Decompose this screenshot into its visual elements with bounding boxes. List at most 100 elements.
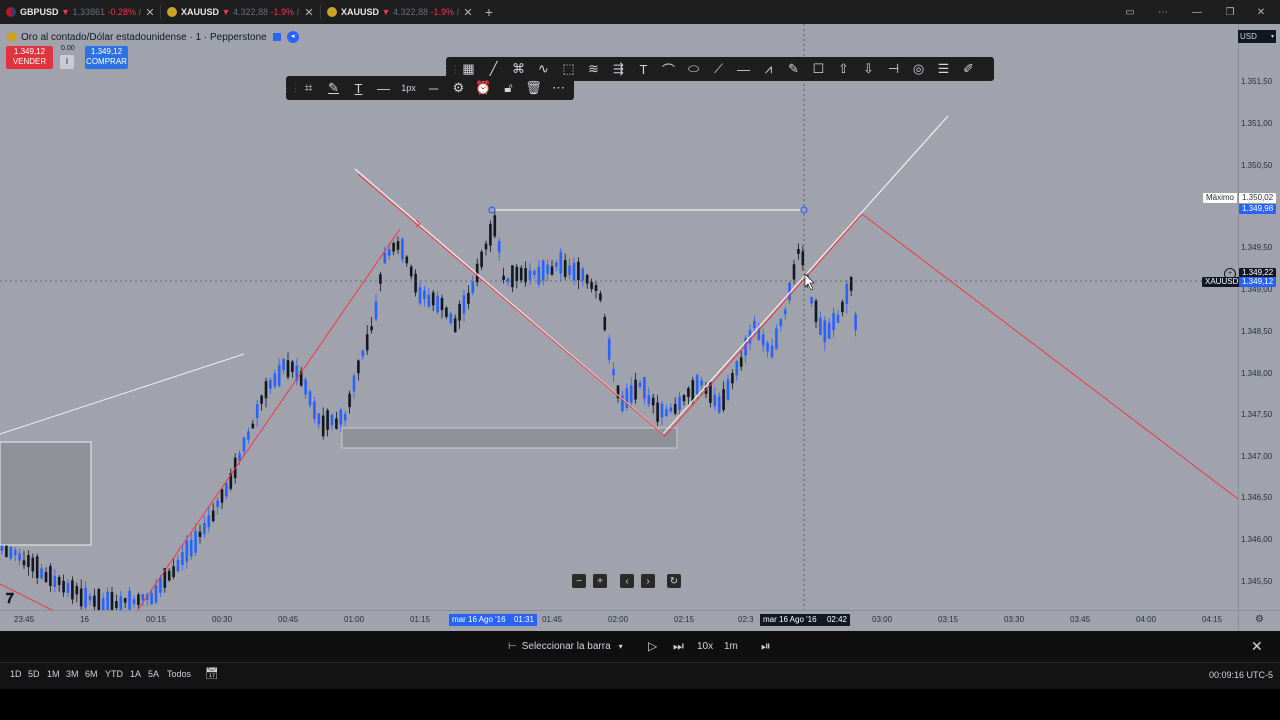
quantity-box[interactable]: I xyxy=(60,55,74,69)
candle-body xyxy=(722,389,725,410)
target-tool-icon[interactable]: ◎ xyxy=(906,57,931,81)
path-tool-icon[interactable]: ⩘ xyxy=(756,57,781,81)
close-window-icon[interactable]: ✕ xyxy=(1246,0,1276,24)
callout-tool-icon[interactable]: ☐ xyxy=(806,57,831,81)
range-button-5a[interactable]: 5A xyxy=(148,669,159,679)
range-button-1m[interactable]: 1M xyxy=(47,669,60,679)
bookmark-icon[interactable] xyxy=(272,33,281,41)
layout-icon[interactable]: ▭ xyxy=(1115,0,1145,24)
tab-xauusd-2[interactable]: XAUUSD ▼ 4.322,88 -1.9% / xyxy=(327,0,459,24)
candle-body xyxy=(159,577,162,593)
replay-speed[interactable]: 10x xyxy=(697,631,713,661)
anchor-point xyxy=(488,206,496,214)
pen-tool-icon[interactable]: ✐ xyxy=(956,57,981,81)
new-tab-icon[interactable]: + xyxy=(482,0,496,24)
template-icon[interactable]: ⌗ xyxy=(296,76,321,100)
candles-layer xyxy=(0,210,857,610)
price-axis[interactable] xyxy=(1238,24,1280,610)
text-tool-icon[interactable]: T xyxy=(631,57,656,81)
zoom-out-button[interactable]: − xyxy=(572,574,586,588)
settings-icon[interactable]: ⚙ xyxy=(1255,614,1264,625)
close-tab-icon[interactable]: ✕ xyxy=(461,0,475,24)
trash-icon[interactable]: 🗑︎ xyxy=(521,76,546,100)
range-button-ytd[interactable]: YTD xyxy=(105,669,123,679)
step-forward-icon[interactable]: ⏭︎ xyxy=(673,631,684,661)
candle-body xyxy=(291,361,294,373)
maximize-icon[interactable]: ❐ xyxy=(1215,0,1245,24)
play-icon[interactable]: ▷ xyxy=(648,631,657,661)
candle-body xyxy=(651,397,655,406)
minimize-icon[interactable]: — xyxy=(1182,0,1212,24)
close-tab-icon[interactable]: ✕ xyxy=(143,0,157,24)
tab-xauusd-1[interactable]: XAUUSD ▼ 4.322,88 -1.9% / xyxy=(167,0,299,24)
brush-tool-icon[interactable]: ✎ xyxy=(781,57,806,81)
axis-settings-corner[interactable]: ⚙ xyxy=(1238,610,1280,631)
ray-tool-icon[interactable]: ⟋ xyxy=(706,57,731,81)
settings-icon[interactable]: ⚙ xyxy=(446,76,471,100)
buy-button[interactable]: 1.349,12 COMPRAR xyxy=(85,46,128,69)
arrow-up-tool-icon[interactable]: ⇧ xyxy=(831,57,856,81)
line-color-icon[interactable]: ✎ xyxy=(321,76,346,100)
candle-body xyxy=(669,407,673,412)
candle-body xyxy=(453,318,457,333)
date-range-calendar-icon[interactable]: 📅︎ xyxy=(205,667,219,680)
range-button-5d[interactable]: 5D xyxy=(28,669,40,679)
more-icon[interactable]: ⋯ xyxy=(1148,0,1178,24)
tab-gbpusd[interactable]: GBPUSD ▼ 1,33861 -0.28% / xyxy=(6,0,141,24)
candle-body xyxy=(533,270,536,276)
sell-button[interactable]: 1.349,12 VENDER xyxy=(6,46,53,69)
zoom-in-button[interactable]: + xyxy=(593,574,607,588)
close-tab-icon[interactable]: ✕ xyxy=(302,0,316,24)
price-tick: 1.351,50 xyxy=(1241,77,1273,86)
curve-tool-icon[interactable]: ⌒ xyxy=(656,57,681,81)
drag-handle-icon[interactable]: ⋮⋮ xyxy=(282,76,300,100)
time-tick: 00:45 xyxy=(278,615,299,624)
candle-body xyxy=(5,543,8,558)
range-button-todos[interactable]: Todos xyxy=(167,669,191,679)
scroll-right-button[interactable]: › xyxy=(641,574,655,588)
candle-body xyxy=(308,391,312,406)
sell-price: 1.349,12 xyxy=(13,47,46,56)
range-button-1a[interactable]: 1A xyxy=(130,669,141,679)
fib-tool-icon[interactable]: ⇶ xyxy=(606,57,631,81)
channel-tool-icon[interactable]: ≋ xyxy=(581,57,606,81)
scroll-left-button[interactable]: ‹ xyxy=(620,574,634,588)
horizontal-line-tool-icon[interactable]: — xyxy=(731,57,756,81)
currency-selector[interactable]: USD ▾ xyxy=(1238,30,1276,43)
candle-body xyxy=(9,547,13,559)
candle-body xyxy=(546,264,549,274)
line-width-value[interactable]: 1px xyxy=(396,76,421,100)
line-width-icon[interactable]: — xyxy=(371,76,396,100)
select-bar-button[interactable]: ⊢ Seleccionar la barra ▾ xyxy=(508,631,623,661)
chart-canvas[interactable]: 𝟕 xyxy=(0,24,1238,610)
crosshair-date: mar 16 Ago '16 xyxy=(763,615,817,624)
candle-body xyxy=(581,268,585,281)
ellipse-tool-icon[interactable]: ⬭ xyxy=(681,57,706,81)
lines-tool-icon[interactable]: ☰ xyxy=(931,57,956,81)
tab-symbol: GBPUSD xyxy=(20,7,59,17)
candle-body xyxy=(101,598,105,610)
range-button-1d[interactable]: 1D xyxy=(10,669,22,679)
jump-to-realtime-icon[interactable]: ⏯︎ xyxy=(761,631,771,661)
lock-icon[interactable]: 🔓︎ xyxy=(496,76,521,100)
range-button-6m[interactable]: 6M xyxy=(85,669,98,679)
candle-body xyxy=(761,334,765,346)
symbol-header[interactable]: Oro al contado/Dólar estadounidense · 1 … xyxy=(7,31,299,43)
close-replay-icon[interactable]: ✕ xyxy=(1251,631,1263,661)
spread-value: 0.00 xyxy=(61,45,75,52)
candle-body xyxy=(849,277,853,291)
candle-body xyxy=(141,593,145,601)
price-tick: 1.347,50 xyxy=(1241,410,1273,419)
replay-interval[interactable]: 1m xyxy=(724,631,738,661)
more-options-icon[interactable]: ⋯ xyxy=(546,76,571,100)
line-style-icon[interactable]: ─ xyxy=(421,76,446,100)
arrow-down-tool-icon[interactable]: ⇩ xyxy=(856,57,881,81)
reset-chart-button[interactable]: ↻ xyxy=(667,574,681,588)
replay-indicator-icon[interactable]: ◂ xyxy=(286,31,299,43)
range-button-3m[interactable]: 3M xyxy=(66,669,79,679)
alert-icon[interactable]: ⏰ xyxy=(471,76,496,100)
text-color-icon[interactable]: T xyxy=(346,76,371,100)
time-tick: 02:3 xyxy=(738,615,754,624)
price-line-tool-icon[interactable]: ⊣ xyxy=(881,57,906,81)
time-crosshair-label: mar 16 Ago '16 02:42 xyxy=(760,614,850,626)
